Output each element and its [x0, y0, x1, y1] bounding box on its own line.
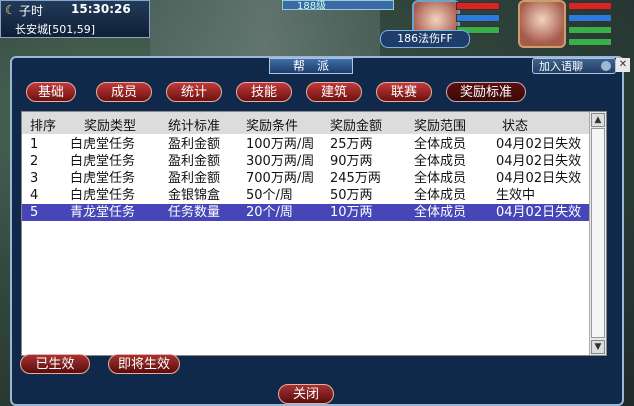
close-button[interactable]: 关闭 — [278, 384, 334, 404]
cell-status: 04月02日失效 — [496, 154, 582, 169]
table-row[interactable]: 2 白虎堂任务 盈利金额 300万两/周 90万两 全体成员 04月02日失效 — [22, 153, 590, 170]
cell-rank: 4 — [30, 188, 39, 203]
cell-status: 04月02日失效 — [496, 171, 582, 186]
upcoming-filter-button[interactable]: 即将生效 — [108, 354, 180, 374]
player-status-bars — [568, 2, 612, 50]
microphone-icon — [601, 61, 611, 71]
close-icon[interactable]: ✕ — [616, 58, 630, 72]
table-row[interactable]: 4 白虎堂任务 金银锦盒 50个/周 50万两 全体成员 生效中 — [22, 187, 590, 204]
table-row[interactable]: 1 白虎堂任务 盈利金额 100万两/周 25万两 全体成员 04月02日失效 — [22, 136, 590, 153]
cell-scope: 全体成员 — [414, 154, 467, 169]
reward-table: 排序 奖励类型 统计标准 奖励条件 奖励金额 奖励范围 状态 1 白虎堂任务 盈… — [21, 111, 607, 356]
column-header-amount: 奖励金额 — [330, 119, 383, 134]
pet-level-label: 186法伤FF — [380, 30, 470, 48]
cell-status: 04月02日失效 — [496, 137, 582, 152]
cell-rank: 1 — [30, 137, 39, 152]
cell-condition: 300万两/周 — [246, 154, 315, 169]
cell-condition: 50个/周 — [246, 188, 293, 203]
moon-icon: ☾ — [5, 3, 16, 17]
cell-amount: 90万两 — [330, 154, 373, 169]
scroll-up-icon[interactable]: ▲ — [591, 113, 605, 127]
cell-rank: 2 — [30, 154, 39, 169]
cell-amount: 245万两 — [330, 171, 381, 186]
join-voice-chat-button[interactable]: 加入语聊 — [532, 58, 616, 74]
cell-type: 白虎堂任务 — [70, 188, 136, 203]
tab-buildings[interactable]: 建筑 — [306, 82, 362, 102]
cell-type: 青龙堂任务 — [70, 205, 136, 220]
cell-type: 白虎堂任务 — [70, 171, 136, 186]
map-location[interactable]: 长安城[501,59] — [15, 21, 95, 37]
cell-type: 白虎堂任务 — [70, 154, 136, 169]
column-header-scope: 奖励范围 — [414, 119, 467, 134]
cell-amount: 25万两 — [330, 137, 373, 152]
cell-standard: 任务数量 — [168, 205, 221, 220]
tab-league[interactable]: 联赛 — [376, 82, 432, 102]
cell-condition: 700万两/周 — [246, 171, 315, 186]
column-header-rank: 排序 — [30, 119, 57, 134]
cell-amount: 10万两 — [330, 205, 373, 220]
scroll-down-icon[interactable]: ▼ — [591, 340, 605, 354]
tab-skills[interactable]: 技能 — [236, 82, 292, 102]
cell-standard: 盈利金额 — [168, 137, 221, 152]
dialog-title: 帮派 — [269, 58, 353, 74]
table-row-selected[interactable]: 5 青龙堂任务 任务数量 20个/周 10万两 全体成员 04月02日失效 — [22, 204, 590, 221]
top-status-bar: 188级 — [282, 0, 394, 12]
time-location-widget: ☾ 子时 15:30:26 长安城[501,59] — [0, 0, 150, 38]
top-status-label: 188级 — [297, 1, 327, 12]
column-header-condition: 奖励条件 — [246, 119, 299, 134]
cell-condition: 20个/周 — [246, 205, 293, 220]
table-header: 排序 奖励类型 统计标准 奖励条件 奖励金额 奖励范围 状态 — [22, 112, 590, 134]
table-row[interactable]: 3 白虎堂任务 盈利金额 700万两/周 245万两 全体成员 04月02日失效 — [22, 170, 590, 187]
column-header-type: 奖励类型 — [84, 119, 137, 134]
guild-dialog: 帮派 加入语聊 ✕ 基础 成员 统计 技能 建筑 联赛 奖励标准 排序 奖励类型… — [10, 56, 630, 406]
clock-time: 15:30:26 — [71, 2, 131, 16]
cell-standard: 金银锦盒 — [168, 188, 221, 203]
cell-status: 04月02日失效 — [496, 205, 582, 220]
scroll-thumb[interactable] — [591, 128, 605, 338]
join-voice-chat-label: 加入语聊 — [539, 60, 583, 73]
cell-rank: 5 — [30, 205, 39, 220]
cell-scope: 全体成员 — [414, 205, 467, 220]
cell-amount: 50万两 — [330, 188, 373, 203]
cell-status: 生效中 — [496, 188, 536, 203]
cell-standard: 盈利金额 — [168, 154, 221, 169]
cell-scope: 全体成员 — [414, 171, 467, 186]
tab-statistics[interactable]: 统计 — [166, 82, 222, 102]
cell-type: 白虎堂任务 — [70, 137, 136, 152]
column-header-standard: 统计标准 — [168, 119, 221, 134]
cell-condition: 100万两/周 — [246, 137, 315, 152]
active-filter-button[interactable]: 已生效 — [20, 354, 90, 374]
time-period: 子时 — [19, 4, 44, 18]
tab-basic[interactable]: 基础 — [26, 82, 76, 102]
cell-scope: 全体成员 — [414, 137, 467, 152]
cell-rank: 3 — [30, 171, 39, 186]
player-portrait[interactable] — [518, 0, 566, 48]
cell-scope: 全体成员 — [414, 188, 467, 203]
table-scrollbar[interactable]: ▲ ▼ — [589, 112, 606, 355]
tab-members[interactable]: 成员 — [96, 82, 152, 102]
column-header-status: 状态 — [502, 119, 529, 134]
tab-reward-standard[interactable]: 奖励标准 — [446, 82, 526, 102]
cell-standard: 盈利金额 — [168, 171, 221, 186]
